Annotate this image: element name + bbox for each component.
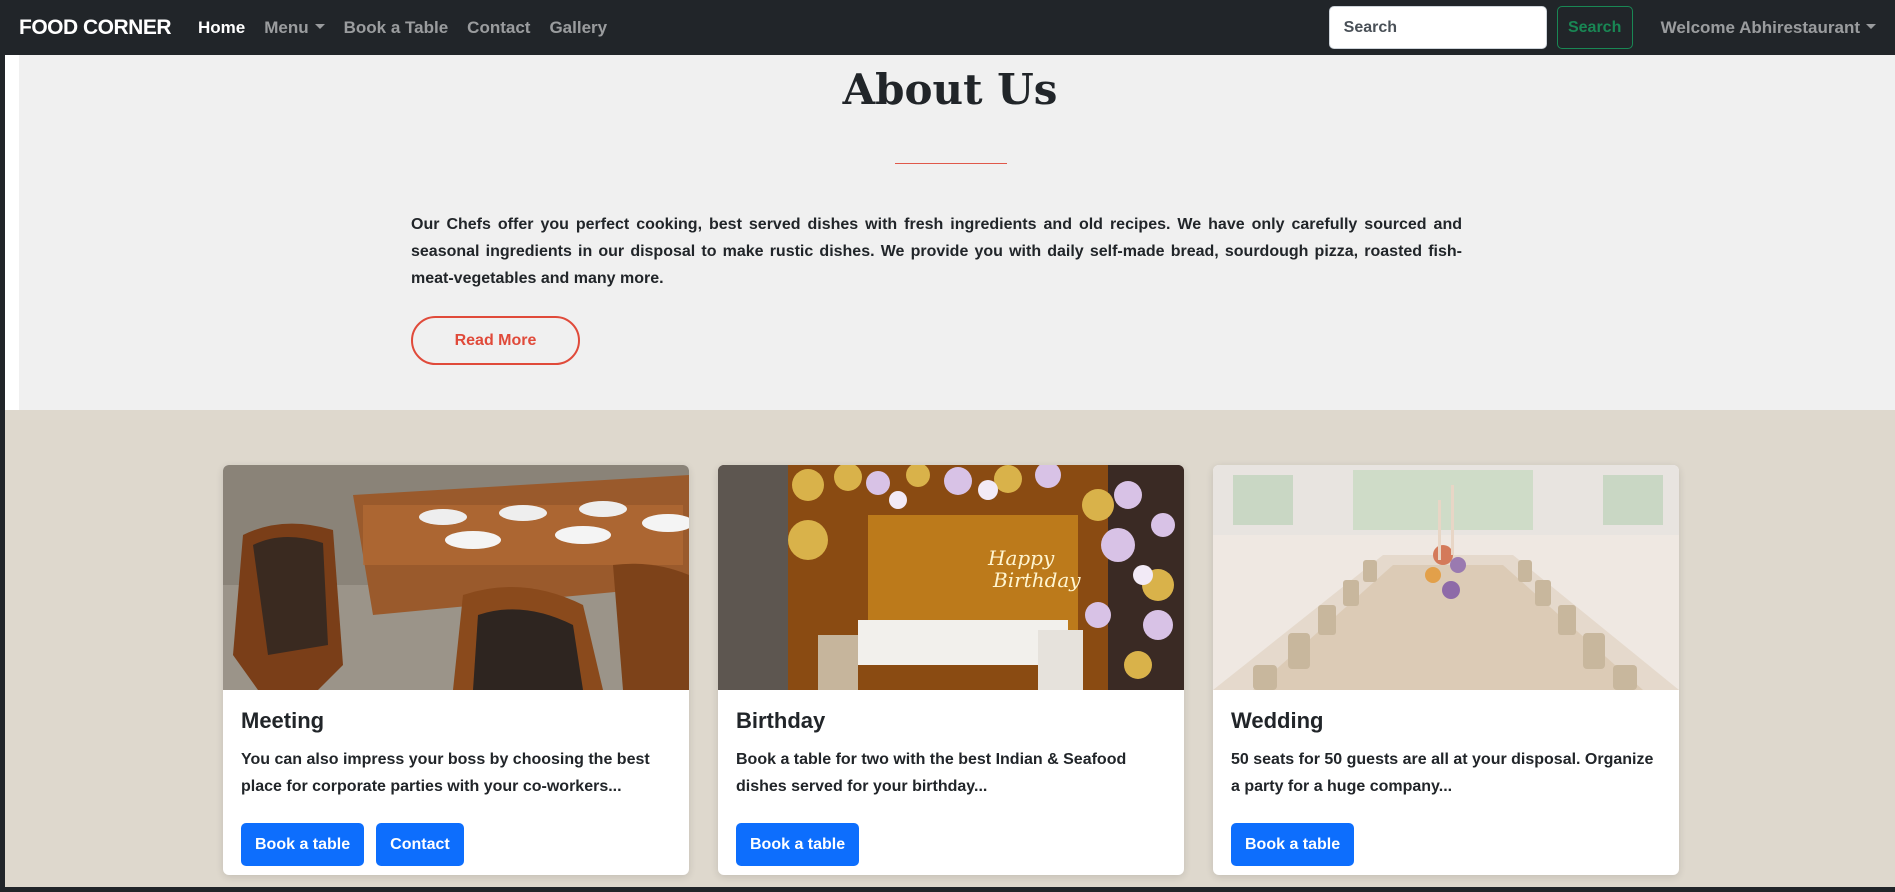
meeting-image (223, 465, 689, 690)
about-description: Our Chefs offer you perfect cooking, bes… (411, 216, 1462, 287)
card-body: Meeting You can also impress your boss b… (223, 708, 689, 866)
card-actions: Book a table Contact (241, 823, 671, 866)
search-input[interactable] (1328, 6, 1547, 49)
nav-link-menu-label: Menu (264, 17, 309, 37)
brand-logo[interactable]: FOOD CORNER (19, 16, 172, 40)
events-section: Meeting You can also impress your boss b… (5, 410, 1895, 887)
nav-link-menu[interactable]: Menu (264, 17, 325, 38)
card-title: Meeting (241, 708, 325, 733)
nav-link-contact[interactable]: Contact (467, 18, 530, 38)
about-title: About Us (842, 65, 1058, 114)
user-menu[interactable]: Welcome Abhirestaurant (1661, 18, 1876, 38)
chevron-down-icon (314, 23, 325, 29)
about-section: About Us Our Chefs offer you perfect coo… (5, 55, 1895, 410)
event-card-meeting: Meeting You can also impress your boss b… (223, 465, 689, 875)
contact-button[interactable]: Contact (376, 823, 464, 866)
event-card-wedding: Wedding 50 seats for 50 guests are all a… (1213, 465, 1679, 875)
card-body: Wedding 50 seats for 50 guests are all a… (1213, 708, 1679, 866)
book-table-button[interactable]: Book a table (1231, 823, 1355, 866)
chevron-down-icon (1866, 23, 1876, 29)
title-divider (895, 163, 1007, 164)
card-actions: Book a table (736, 823, 1166, 866)
read-more-button[interactable]: Read More (411, 316, 580, 365)
wedding-image (1213, 465, 1679, 690)
birthday-image: Happy Birthday (718, 465, 1184, 690)
bottom-edge (0, 887, 1895, 892)
card-text: You can also impress your boss by choosi… (241, 751, 650, 795)
book-table-button[interactable]: Book a table (736, 823, 860, 866)
nav-link-book-table[interactable]: Book a Table (344, 18, 449, 38)
user-menu-label: Welcome Abhirestaurant (1660, 17, 1860, 37)
card-actions: Book a table (1231, 823, 1661, 866)
book-table-button[interactable]: Book a table (241, 823, 365, 866)
card-text: Book a table for two with the best India… (736, 751, 1127, 795)
search-button[interactable]: Search (1556, 6, 1633, 49)
page-edge (5, 55, 19, 410)
nav-link-home[interactable]: Home (198, 18, 245, 38)
card-title: Birthday (736, 708, 826, 733)
nav-right-group: Search Welcome Abhirestaurant (1328, 6, 1876, 49)
nav-link-gallery[interactable]: Gallery (549, 18, 607, 38)
svg-text:Birthday: Birthday (992, 568, 1081, 592)
card-title: Wedding (1231, 708, 1324, 733)
navbar: FOOD CORNER Home Menu Book a Table Conta… (0, 0, 1895, 55)
card-text: 50 seats for 50 guests are all at your d… (1231, 751, 1654, 795)
card-body: Birthday Book a table for two with the b… (718, 708, 1184, 866)
event-card-birthday: Happy Birthday Birthday Book a table for… (718, 465, 1184, 875)
svg-text:Happy: Happy (987, 546, 1055, 570)
